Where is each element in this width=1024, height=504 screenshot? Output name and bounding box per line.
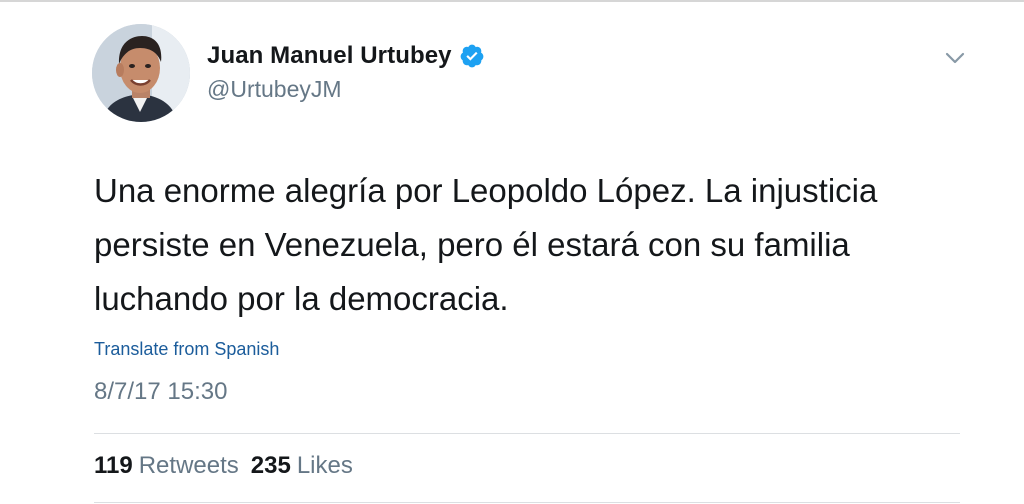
verified-badge-icon [459, 43, 485, 69]
retweets-label: Retweets [138, 452, 239, 479]
tweet-text-line: Una enorme alegría por Leopoldo López. L… [94, 172, 878, 209]
likes-count: 235 [250, 452, 291, 479]
chevron-down-icon[interactable] [944, 47, 966, 69]
top-border [0, 0, 1024, 2]
stats-divider-bottom [94, 502, 960, 503]
author-handle[interactable]: @UrtubeyJM [207, 76, 342, 103]
translate-link[interactable]: Translate from Spanish [94, 339, 279, 360]
likes-stat[interactable]: 235 Likes [251, 452, 353, 480]
avatar[interactable] [92, 24, 190, 122]
retweets-stat[interactable]: 119 Retweets [94, 452, 239, 480]
tweet-text-line: luchando por la democracia. [94, 280, 509, 317]
avatar-photo [92, 24, 190, 122]
tweet-stats: 119 Retweets 235 Likes [94, 452, 353, 480]
tweet-timestamp: 8/7/17 15:30 [94, 378, 228, 405]
tweet-text: Una enorme alegría por Leopoldo López. L… [94, 164, 974, 326]
tweet-text-line: persiste en Venezuela, pero él estará co… [94, 226, 850, 263]
likes-label: Likes [296, 452, 353, 479]
author-display-name[interactable]: Juan Manuel Urtubey [207, 42, 452, 70]
stats-divider-top [94, 433, 960, 434]
author-name-row[interactable]: Juan Manuel Urtubey [207, 40, 485, 72]
retweets-count: 119 [94, 452, 133, 479]
